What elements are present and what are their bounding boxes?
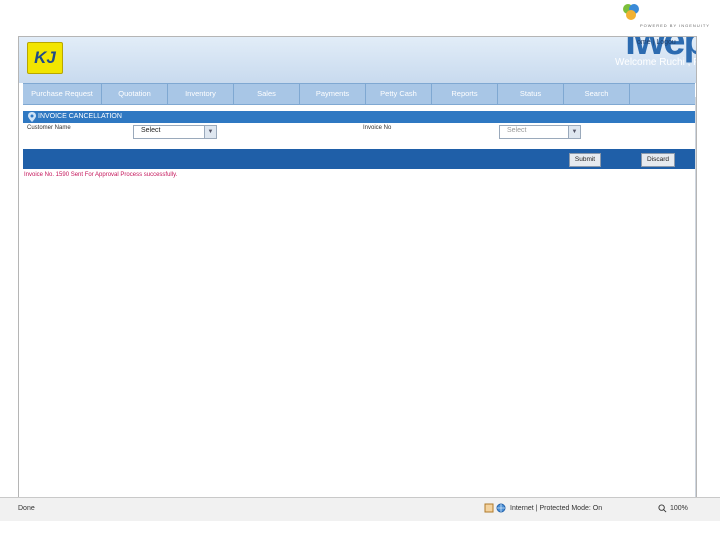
- action-bar: Submit Discard: [23, 149, 695, 169]
- invoice-no-select[interactable]: Select ▼: [499, 125, 581, 139]
- nav-purchase-request[interactable]: Purchase Request: [23, 84, 102, 104]
- kj-logo: KJ: [27, 42, 63, 74]
- chevron-down-icon[interactable]: ▼: [204, 126, 216, 138]
- browser-window: KJ iwep ome | Logou Welcome Ruchi , Pune…: [18, 36, 697, 519]
- globe-icon: [496, 503, 506, 513]
- browser-status-bar: Done Internet | Protected Mode: On 100%: [0, 497, 720, 521]
- pin-icon: [28, 112, 36, 122]
- nav-inventory[interactable]: Inventory: [168, 84, 234, 104]
- nav-status[interactable]: Status: [498, 84, 564, 104]
- nav-payments[interactable]: Payments: [300, 84, 366, 104]
- zoom-level[interactable]: 100%: [670, 505, 688, 512]
- customer-name-select[interactable]: Select ▼: [133, 125, 217, 139]
- security-zone-icon: [484, 503, 494, 513]
- submit-button[interactable]: Submit: [569, 153, 601, 167]
- zoom-icon[interactable]: [658, 504, 667, 513]
- nav-search[interactable]: Search: [564, 84, 630, 104]
- app-header: KJ iwep ome | Logou Welcome Ruchi , Pune: [19, 37, 696, 83]
- home-logout-links[interactable]: ome | Logou: [637, 39, 676, 46]
- invoice-select-value: Select: [507, 127, 527, 134]
- invoice-no-label: Invoice No: [363, 125, 392, 131]
- success-message: Invoice No. 1590 Sent For Approval Proce…: [24, 172, 178, 178]
- welcome-text: Welcome Ruchi , Pune: [615, 57, 696, 68]
- customer-name-label: Customer Name: [27, 125, 71, 131]
- nav-quotation[interactable]: Quotation: [102, 84, 168, 104]
- nav-sales[interactable]: Sales: [234, 84, 300, 104]
- section-header: INVOICE CANCELLATION: [23, 111, 695, 123]
- status-done: Done: [18, 505, 35, 512]
- main-nav: Purchase Request Quotation Inventory Sal…: [23, 83, 695, 105]
- internet-zone-status: Internet | Protected Mode: On: [510, 505, 603, 512]
- leaf-logo-icon: [623, 4, 639, 20]
- section-title: INVOICE CANCELLATION: [38, 113, 122, 120]
- discard-button[interactable]: Discard: [641, 153, 675, 167]
- chevron-down-icon[interactable]: ▼: [568, 126, 580, 138]
- nav-reports[interactable]: Reports: [432, 84, 498, 104]
- nav-petty-cash[interactable]: Petty Cash: [366, 84, 432, 104]
- brand-tagline: POWERED BY INGENUITY: [640, 23, 710, 28]
- vertical-scrollbar[interactable]: [695, 97, 696, 517]
- customer-select-value: Select: [141, 127, 161, 134]
